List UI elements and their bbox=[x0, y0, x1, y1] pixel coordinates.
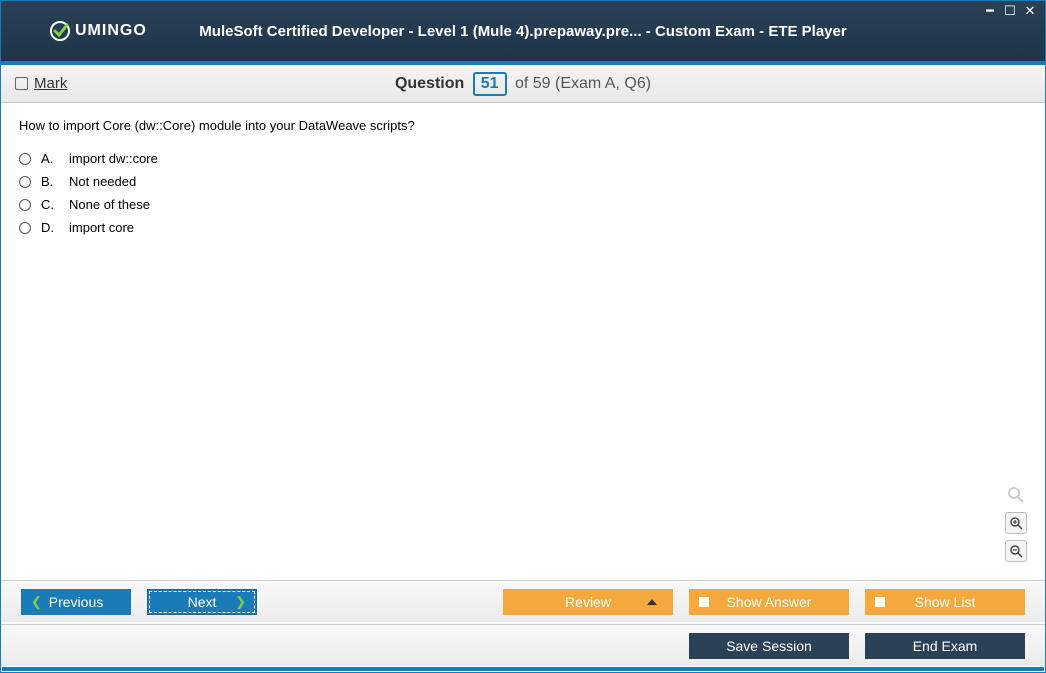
maximize-button[interactable]: ☐ bbox=[1001, 3, 1019, 19]
option-radio[interactable] bbox=[19, 199, 31, 211]
end-exam-button[interactable]: End Exam bbox=[865, 633, 1025, 659]
end-exam-label: End Exam bbox=[913, 638, 978, 654]
bottom-border bbox=[2, 667, 1044, 671]
checkbox-icon bbox=[875, 597, 885, 607]
triangle-up-icon bbox=[647, 599, 657, 605]
chevron-left-icon: ❮ bbox=[31, 594, 42, 610]
option-row[interactable]: D. import core bbox=[19, 220, 1027, 235]
show-list-label: Show List bbox=[915, 594, 976, 610]
app-logo: UMINGO bbox=[49, 20, 147, 42]
option-row[interactable]: C. None of these bbox=[19, 197, 1027, 212]
next-label: Next bbox=[188, 594, 217, 610]
total-questions-text: of 59 (Exam A, Q6) bbox=[515, 75, 651, 92]
review-button[interactable]: Review bbox=[503, 589, 673, 615]
question-info-bar: Mark Question 51 of 59 (Exam A, Q6) bbox=[1, 65, 1045, 103]
window-controls: ━ ☐ ✕ bbox=[981, 3, 1039, 19]
options-list: A. import dw::coreB. Not neededC. None of t… bbox=[19, 151, 1027, 235]
zoom-tools bbox=[1005, 484, 1027, 562]
question-text: How to import Core (dw::Core) module int… bbox=[19, 118, 1027, 133]
option-letter: D. bbox=[41, 220, 59, 235]
option-row[interactable]: B. Not needed bbox=[19, 174, 1027, 189]
option-radio[interactable] bbox=[19, 153, 31, 165]
next-button[interactable]: Next ❯ bbox=[147, 589, 257, 615]
show-list-button[interactable]: Show List bbox=[865, 589, 1025, 615]
title-bar: UMINGO MuleSoft Certified Developer - Le… bbox=[1, 1, 1045, 61]
previous-button[interactable]: ❮ Previous bbox=[21, 589, 131, 615]
option-letter: C. bbox=[41, 197, 59, 212]
action-bar: Save Session End Exam bbox=[1, 624, 1045, 666]
window-title: MuleSoft Certified Developer - Level 1 (… bbox=[1, 23, 1045, 40]
option-radio[interactable] bbox=[19, 222, 31, 234]
chevron-right-icon: ❯ bbox=[235, 594, 246, 610]
previous-label: Previous bbox=[49, 594, 103, 610]
option-radio[interactable] bbox=[19, 176, 31, 188]
mark-label[interactable]: Mark bbox=[34, 75, 67, 92]
mark-control[interactable]: Mark bbox=[15, 75, 67, 92]
show-answer-button[interactable]: Show Answer bbox=[689, 589, 849, 615]
option-letter: B. bbox=[41, 174, 59, 189]
option-text: import core bbox=[69, 220, 134, 235]
save-session-button[interactable]: Save Session bbox=[689, 633, 849, 659]
question-content: How to import Core (dw::Core) module int… bbox=[11, 104, 1035, 572]
save-session-label: Save Session bbox=[726, 638, 812, 654]
question-position: Question 51 of 59 (Exam A, Q6) bbox=[1, 72, 1045, 96]
navigation-bar: ❮ Previous Next ❯ Review Show Answer Sho… bbox=[1, 580, 1045, 622]
logo-text: UMINGO bbox=[75, 22, 147, 40]
mark-checkbox[interactable] bbox=[15, 77, 28, 90]
option-row[interactable]: A. import dw::core bbox=[19, 151, 1027, 166]
show-answer-label: Show Answer bbox=[727, 594, 812, 610]
option-letter: A. bbox=[41, 151, 59, 166]
review-label: Review bbox=[565, 594, 611, 610]
minimize-button[interactable]: ━ bbox=[981, 3, 999, 19]
search-icon[interactable] bbox=[1005, 484, 1027, 506]
zoom-out-button[interactable] bbox=[1005, 540, 1027, 562]
zoom-in-button[interactable] bbox=[1005, 512, 1027, 534]
current-question-number: 51 bbox=[473, 72, 507, 96]
option-text: import dw::core bbox=[69, 151, 158, 166]
close-button[interactable]: ✕ bbox=[1021, 3, 1039, 19]
checkbox-icon bbox=[699, 597, 709, 607]
option-text: Not needed bbox=[69, 174, 136, 189]
checkmark-logo-icon bbox=[49, 20, 71, 42]
question-word: Question bbox=[395, 75, 464, 92]
option-text: None of these bbox=[69, 197, 150, 212]
